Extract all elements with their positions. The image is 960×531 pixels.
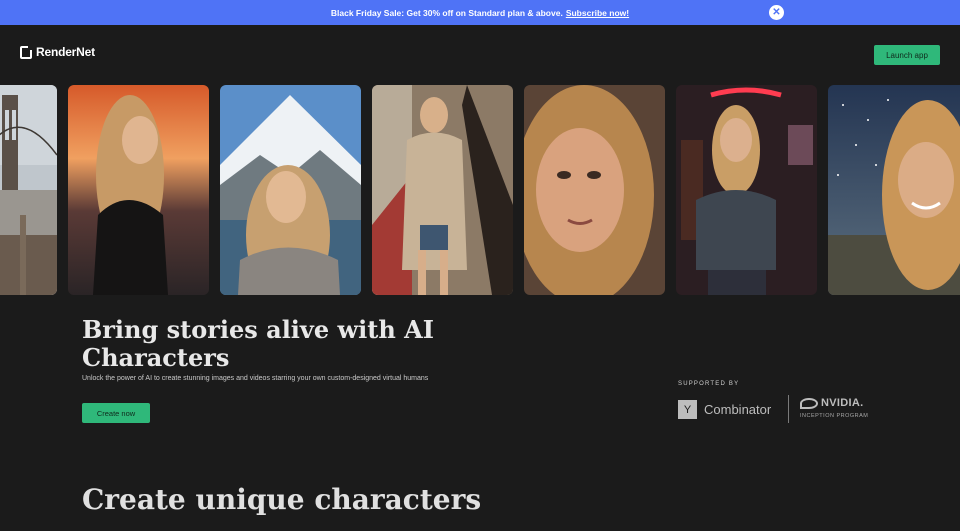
character-gallery	[0, 85, 960, 295]
gallery-image	[828, 85, 960, 295]
gallery-image	[524, 85, 665, 295]
hero-title: Bring stories alive with AI Characters	[82, 315, 435, 372]
yc-name: Combinator	[704, 402, 772, 417]
section-title: Create unique characters	[82, 483, 482, 516]
nvidia-program: INCEPTION PROGRAM	[800, 413, 869, 419]
subscribe-link[interactable]: Subscribe now!	[566, 8, 629, 18]
gallery-image	[676, 85, 817, 295]
gallery-image	[68, 85, 209, 295]
promo-banner: Black Friday Sale: Get 30% off on Standa…	[0, 0, 960, 25]
gallery-image	[0, 85, 57, 295]
logo-divider	[788, 395, 789, 423]
gallery-image	[372, 85, 513, 295]
close-icon[interactable]: ✕	[769, 5, 784, 20]
brand-logo[interactable]: RenderNet	[20, 44, 95, 59]
yc-icon: Y	[678, 400, 697, 419]
launch-app-button[interactable]: Launch app	[874, 45, 940, 65]
supported-by-label: SUPPORTED BY	[678, 381, 740, 387]
gallery-image	[220, 85, 361, 295]
create-now-button[interactable]: Create now	[82, 403, 150, 423]
brand-name: RenderNet	[36, 45, 95, 59]
nvidia-inception-logo: NVIDIA. INCEPTION PROGRAM	[800, 397, 868, 419]
promo-text: Black Friday Sale: Get 30% off on Standa…	[330, 7, 563, 18]
rendernet-logo-icon	[20, 44, 33, 59]
nvidia-eye-icon	[800, 397, 818, 409]
hero-subtitle: Unlock the power of AI to create stunnin…	[82, 375, 429, 382]
ycombinator-logo: Y Combinator	[678, 400, 771, 419]
nvidia-name: NVIDIA.	[821, 397, 864, 409]
